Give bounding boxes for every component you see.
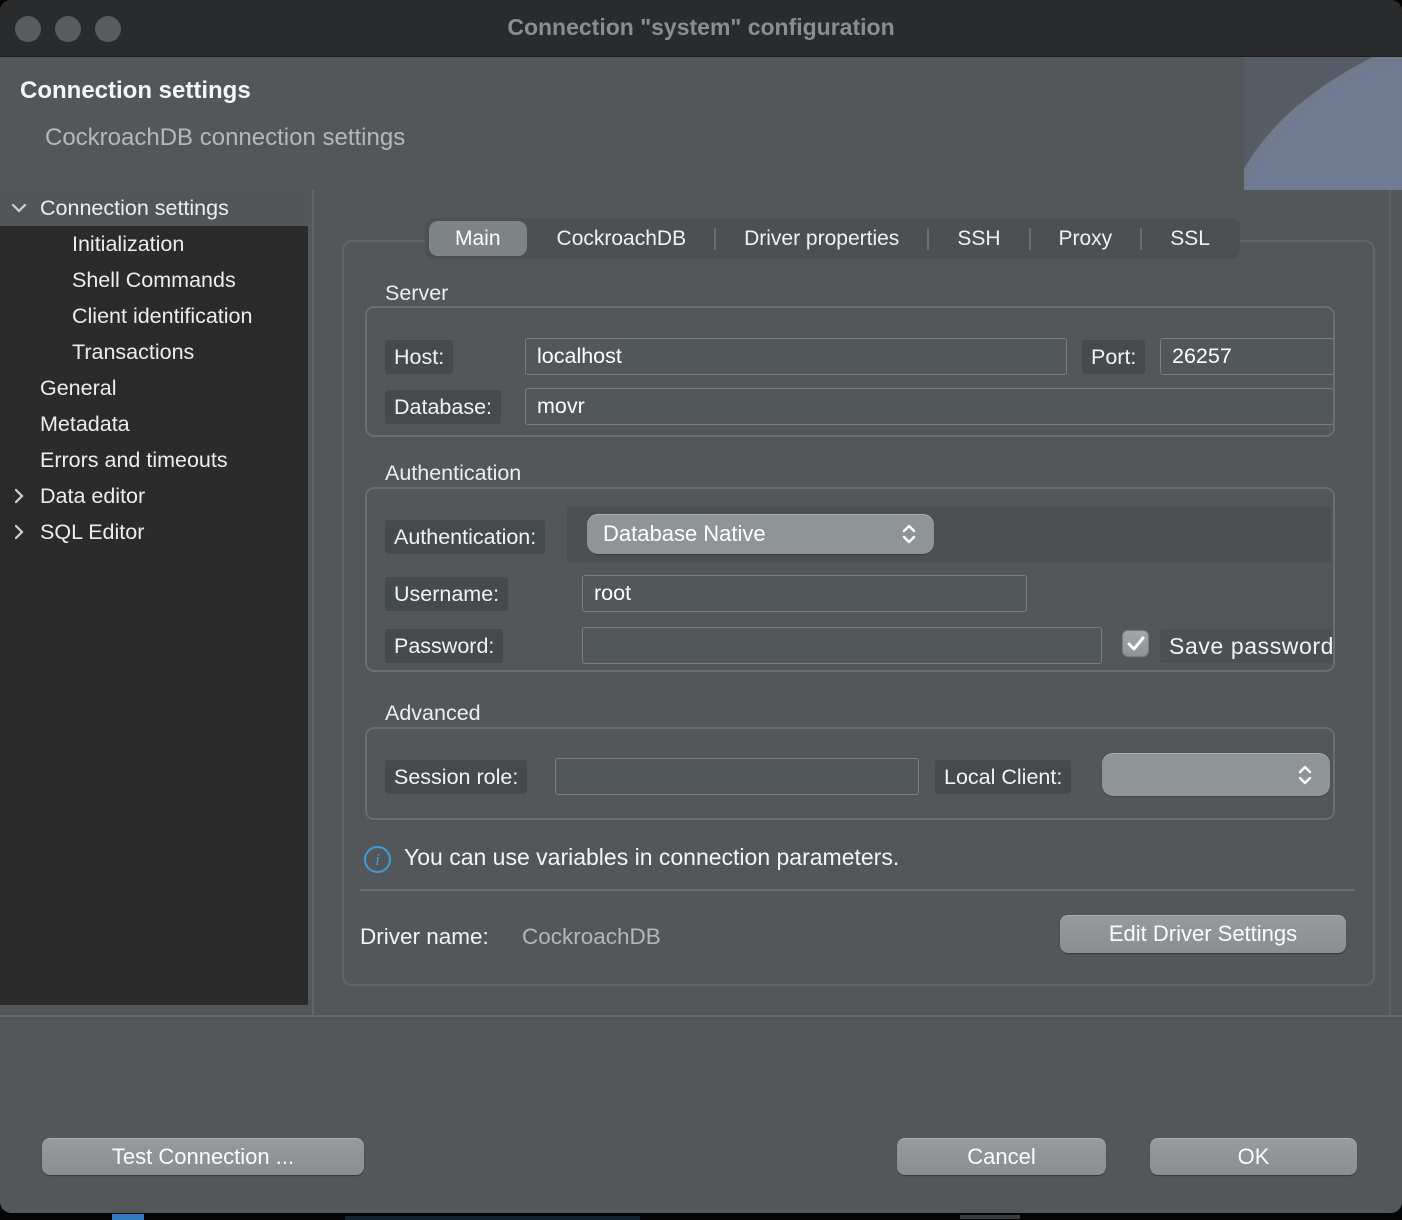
tree-item-client-identification[interactable]: Client identification — [0, 298, 308, 334]
driver-name-label: Driver name: — [360, 924, 489, 950]
wizard-header: Connection settings CockroachDB connecti… — [0, 57, 1402, 190]
save-password-checkbox[interactable] — [1122, 630, 1149, 657]
tree-item-label: Connection settings — [0, 196, 229, 221]
footer-divider — [0, 1015, 1402, 1017]
tree-item-label: Errors and timeouts — [0, 448, 228, 473]
session-role-input[interactable] — [555, 758, 919, 795]
tree-item-metadata[interactable]: Metadata — [0, 406, 308, 442]
local-client-label: Local Client: — [935, 760, 1071, 794]
driver-row-divider — [360, 889, 1355, 891]
port-label: Port: — [1082, 340, 1145, 374]
authentication-group: Authentication: Database Native Username… — [365, 487, 1335, 672]
checkmark-icon — [1127, 636, 1145, 652]
page-subtitle: CockroachDB connection settings — [45, 124, 405, 152]
host-input[interactable] — [525, 338, 1067, 375]
driver-name-value: CockroachDB — [522, 924, 661, 950]
sidebar-sash[interactable] — [312, 190, 314, 1015]
database-input[interactable] — [525, 388, 1334, 425]
tree-item-label: General — [0, 376, 117, 401]
connection-config-dialog: Connection "system" configuration Connec… — [0, 0, 1402, 1213]
username-label: Username: — [385, 577, 508, 611]
tree-item-connection-settings[interactable]: Connection settings — [0, 190, 308, 226]
authentication-label: Authentication: — [385, 520, 545, 554]
tree-item-data-editor[interactable]: Data editor — [0, 478, 308, 514]
local-client-select[interactable] — [1102, 753, 1330, 796]
variables-hint-text: You can use variables in connection para… — [404, 844, 899, 871]
page-title: Connection settings — [20, 77, 251, 105]
cancel-button[interactable]: Cancel — [897, 1138, 1106, 1175]
edit-driver-settings-button[interactable]: Edit Driver Settings — [1060, 915, 1346, 953]
tree-item-transactions[interactable]: Transactions — [0, 334, 308, 370]
password-label: Password: — [385, 629, 503, 663]
tab-driver-properties[interactable]: Driver properties — [716, 218, 927, 259]
background-app-sliver — [345, 1216, 640, 1220]
right-edge-divider — [1389, 190, 1391, 1015]
background-app-sliver — [960, 1215, 1020, 1219]
settings-tree: Connection settings Initialization Shell… — [0, 190, 308, 1005]
username-input[interactable] — [582, 575, 1027, 612]
tree-item-label: Shell Commands — [0, 268, 236, 293]
tree-item-sql-editor[interactable]: SQL Editor — [0, 514, 308, 550]
connection-tabs: Main CockroachDB Driver properties SSH P… — [425, 218, 1240, 259]
tree-item-general[interactable]: General — [0, 370, 308, 406]
tree-item-label: Transactions — [0, 340, 194, 365]
test-connection-button[interactable]: Test Connection ... — [42, 1138, 364, 1175]
chevron-right-icon[interactable] — [10, 523, 28, 541]
title-bar: Connection "system" configuration — [0, 0, 1402, 57]
tab-main[interactable]: Main — [429, 221, 527, 256]
tree-item-errors-and-timeouts[interactable]: Errors and timeouts — [0, 442, 308, 478]
background-app-sliver — [112, 1214, 144, 1220]
advanced-group: Session role: Local Client: — [365, 727, 1335, 820]
info-icon: i — [364, 846, 391, 873]
ok-button[interactable]: OK — [1150, 1138, 1357, 1175]
authentication-select[interactable]: Database Native — [587, 514, 934, 554]
authentication-group-label: Authentication — [385, 461, 521, 486]
database-label: Database: — [385, 390, 501, 424]
save-password-label[interactable]: Save password — [1160, 629, 1335, 663]
banner-swirl-graphic — [1244, 57, 1402, 190]
server-group-label: Server — [385, 281, 448, 306]
password-input[interactable] — [582, 627, 1102, 664]
authentication-select-value: Database Native — [603, 521, 766, 547]
chevron-right-icon[interactable] — [10, 487, 28, 505]
advanced-group-label: Advanced — [385, 701, 481, 726]
tree-item-label: Client identification — [0, 304, 252, 329]
updown-chevrons-icon — [900, 523, 918, 545]
tree-item-label: Metadata — [0, 412, 130, 437]
port-input[interactable] — [1160, 338, 1334, 375]
tree-item-label: Initialization — [0, 232, 184, 257]
tab-ssl[interactable]: SSL — [1142, 218, 1238, 259]
updown-chevrons-icon — [1296, 764, 1314, 786]
tree-item-shell-commands[interactable]: Shell Commands — [0, 262, 308, 298]
tree-item-initialization[interactable]: Initialization — [0, 226, 308, 262]
session-role-label: Session role: — [385, 760, 527, 794]
chevron-down-icon[interactable] — [10, 199, 28, 217]
host-label: Host: — [385, 340, 453, 374]
window-title: Connection "system" configuration — [0, 14, 1402, 41]
tab-ssh[interactable]: SSH — [929, 218, 1028, 259]
tab-proxy[interactable]: Proxy — [1031, 218, 1141, 259]
server-group: Host: Port: Database: — [365, 306, 1335, 437]
tab-cockroachdb[interactable]: CockroachDB — [529, 218, 715, 259]
